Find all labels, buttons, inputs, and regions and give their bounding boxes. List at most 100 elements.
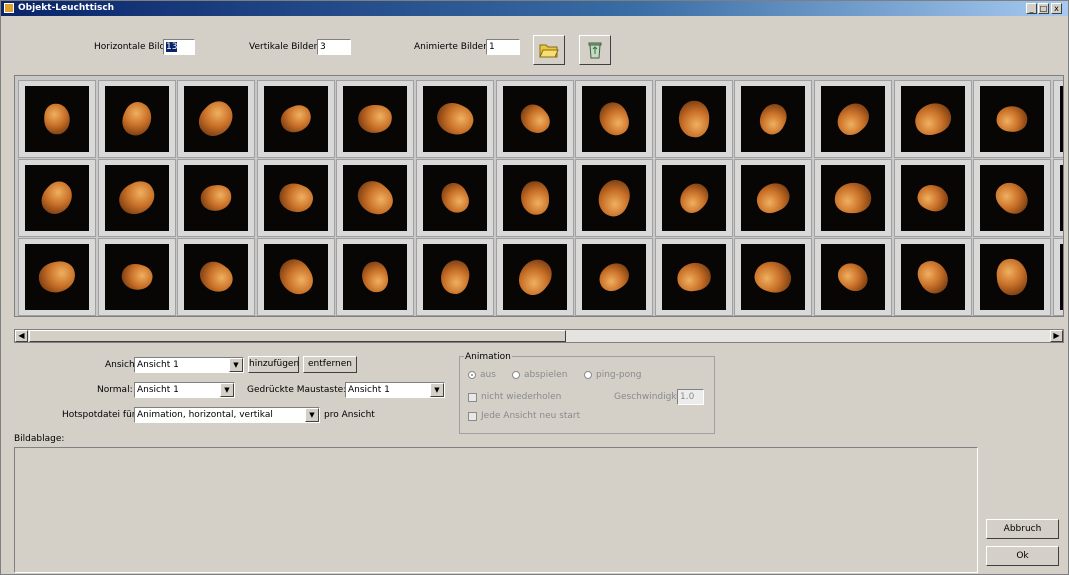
hotspot-select[interactable]: Animation, horizontal, vertikal ▼ [134, 407, 320, 423]
vertical-images-input[interactable]: 3 [317, 39, 351, 55]
per-view-label: pro Ansicht [324, 410, 375, 420]
normal-select[interactable]: Ansicht 1 ▼ [134, 382, 235, 398]
pressed-mouse-select-value: Ansicht 1 [348, 385, 390, 395]
thumbnail-cell[interactable] [654, 80, 733, 158]
thumbnail-cell[interactable] [495, 80, 574, 158]
recycle-bin-icon [588, 42, 602, 59]
radio-off-label: aus [480, 370, 496, 380]
thumbnail-image [25, 165, 89, 231]
thumbnail-cell[interactable] [575, 238, 654, 316]
thumbnail-image [741, 244, 806, 310]
thumbnail-cell[interactable] [893, 80, 972, 158]
thumbnail-cell[interactable] [256, 80, 335, 158]
thumbnail-image [582, 244, 647, 310]
thumbnail-cell[interactable] [18, 238, 96, 316]
thumbnail-cell[interactable] [97, 238, 176, 316]
cancel-button[interactable]: Abbruch [986, 519, 1059, 539]
thumbnail-cell[interactable] [973, 238, 1052, 316]
thumbnail-image [741, 86, 806, 152]
thumbnail-cell[interactable] [336, 80, 415, 158]
thumbnail-cell[interactable] [734, 159, 813, 237]
thumbnail-image [980, 86, 1045, 152]
thumbnail-cell[interactable] [97, 80, 176, 158]
thumbnail-cell[interactable] [416, 80, 494, 158]
thumbnail-image [184, 86, 249, 152]
thumbnail-image [741, 165, 806, 231]
thumbnail-cell[interactable] [973, 80, 1052, 158]
thumbnail-image [104, 165, 169, 231]
chevron-down-icon[interactable]: ▼ [229, 358, 243, 372]
add-view-button[interactable]: hinzufügen [248, 356, 299, 373]
radio-play[interactable] [512, 371, 520, 379]
thumbnail-cell[interactable] [336, 238, 415, 316]
thumbnail-cell[interactable] [336, 159, 415, 237]
scroll-left-button[interactable]: ◀ [15, 330, 28, 342]
thumbnail-image [582, 86, 647, 152]
thumbnail-cell[interactable] [177, 159, 256, 237]
image-grid[interactable] [14, 75, 1064, 317]
thumbnail-cell[interactable] [654, 238, 733, 316]
scroll-thumb[interactable] [29, 330, 566, 342]
thumbnail-image [423, 86, 487, 152]
thumbnail-cell[interactable] [575, 159, 654, 237]
remove-view-button[interactable]: entfernen [303, 356, 357, 373]
delete-button[interactable] [579, 35, 611, 65]
maximize-button[interactable]: □ [1038, 3, 1049, 14]
animation-group: Animation aus abspielen ping-pong nicht … [459, 351, 715, 434]
open-folder-button[interactable] [533, 35, 565, 65]
thumbnail-cell[interactable] [734, 238, 813, 316]
thumbnail-cell[interactable] [814, 159, 892, 237]
no-repeat-checkbox[interactable] [468, 393, 477, 402]
thumbnail-image [104, 244, 169, 310]
thumbnail-cell[interactable] [495, 238, 574, 316]
chevron-down-icon[interactable]: ▼ [305, 408, 319, 422]
thumbnail-cell[interactable] [256, 238, 335, 316]
chevron-down-icon[interactable]: ▼ [430, 383, 444, 397]
thumbnail-cell[interactable] [97, 159, 176, 237]
ok-button[interactable]: Ok [986, 546, 1059, 566]
thumbnail-image [661, 244, 726, 310]
thumbnail-image [343, 165, 408, 231]
title-bar[interactable]: Objekt-Leuchttisch _ □ x [1, 1, 1068, 16]
thumbnail-cell[interactable] [893, 159, 972, 237]
thumbnail-image [423, 244, 487, 310]
thumbnail-cell[interactable] [416, 238, 494, 316]
thumbnail-cell[interactable] [814, 238, 892, 316]
thumbnail-image [104, 86, 169, 152]
horizontal-scrollbar[interactable]: ◀ ▶ [14, 329, 1064, 343]
thumbnail-image [502, 165, 567, 231]
thumbnail-cell[interactable] [256, 159, 335, 237]
minimize-button[interactable]: _ [1026, 3, 1037, 14]
view-select[interactable]: Ansicht 1 ▼ [134, 357, 244, 373]
thumbnail-cell[interactable] [416, 159, 494, 237]
pressed-mouse-select[interactable]: Ansicht 1 ▼ [345, 382, 445, 398]
thumbnail-cell[interactable] [495, 159, 574, 237]
radio-off[interactable] [468, 371, 476, 379]
each-view-restart-checkbox[interactable] [468, 412, 477, 421]
no-repeat-label: nicht wiederholen [481, 392, 562, 402]
radio-pingpong[interactable] [584, 371, 592, 379]
thumbnail-cell[interactable] [734, 80, 813, 158]
thumbnail-cell[interactable] [177, 238, 256, 316]
thumbnail-image [25, 86, 89, 152]
thumbnail-image [343, 86, 408, 152]
thumbnail-cell[interactable] [654, 159, 733, 237]
thumbnail-cell[interactable] [177, 80, 256, 158]
thumbnail-image [343, 244, 408, 310]
thumbnail-cell[interactable] [575, 80, 654, 158]
thumbnail-cell[interactable] [1052, 159, 1063, 237]
close-button[interactable]: x [1051, 3, 1062, 14]
image-storage-area[interactable] [14, 447, 978, 573]
thumbnail-cell[interactable] [1052, 80, 1063, 158]
chevron-down-icon[interactable]: ▼ [220, 383, 234, 397]
thumbnail-cell[interactable] [893, 238, 972, 316]
thumbnail-cell[interactable] [18, 80, 96, 158]
thumbnail-cell[interactable] [1052, 238, 1063, 316]
horizontal-images-input[interactable]: 13 [163, 39, 195, 55]
thumbnail-cell[interactable] [18, 159, 96, 237]
thumbnail-cell[interactable] [814, 80, 892, 158]
scroll-right-button[interactable]: ▶ [1050, 330, 1063, 342]
thumbnail-cell[interactable] [973, 159, 1052, 237]
speed-input[interactable]: 1.0 [677, 389, 704, 405]
animated-images-input[interactable]: 1 [486, 39, 520, 55]
